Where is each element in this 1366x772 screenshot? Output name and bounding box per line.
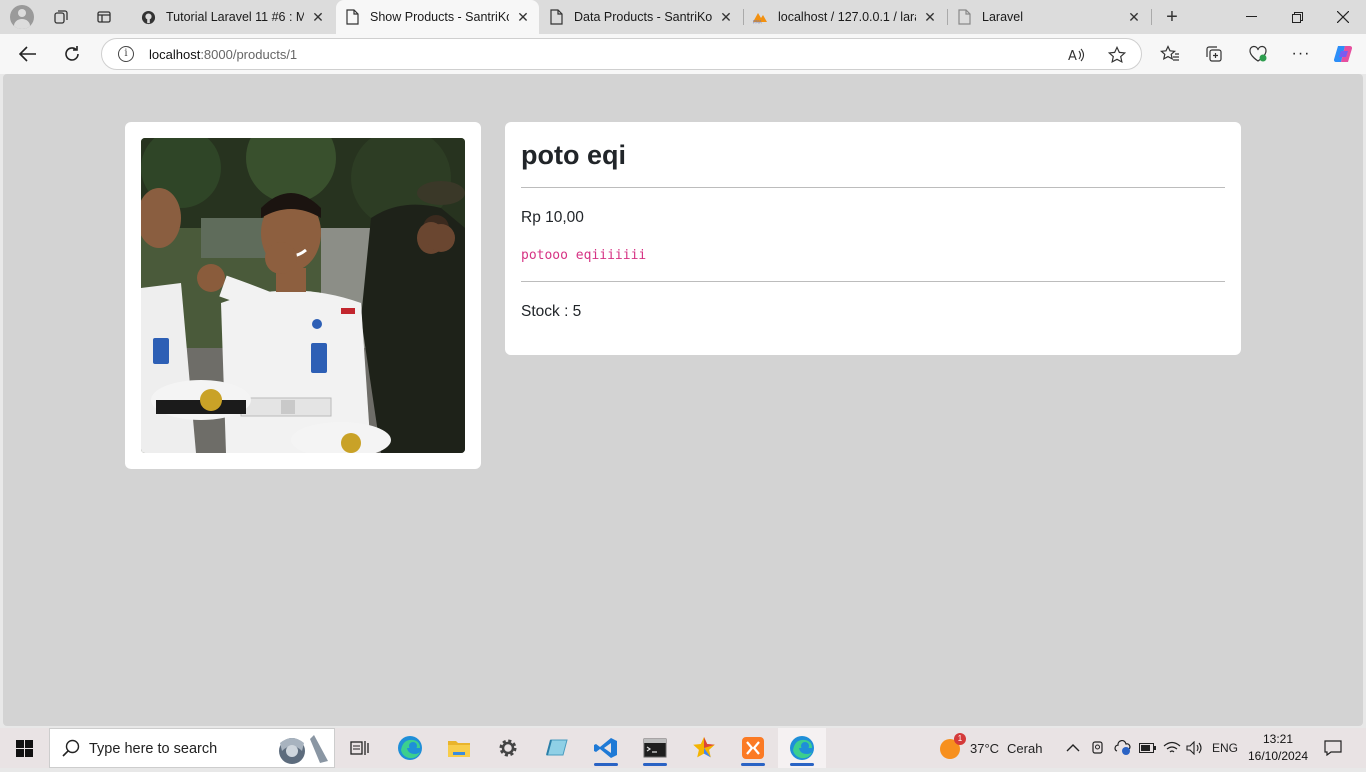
product-image-card (125, 122, 481, 469)
more-options-icon[interactable]: ··· (1286, 40, 1316, 68)
tab-label: Show Products - SantriKodi (370, 10, 509, 24)
url-path: :8000/products/1 (200, 47, 298, 62)
product-description: potooo eqiiiiiii (521, 248, 647, 263)
close-icon[interactable]: ✕ (515, 9, 531, 26)
close-icon[interactable]: ✕ (310, 9, 326, 26)
search-placeholder: Type here to search (89, 741, 218, 757)
url-host: localhost (149, 47, 201, 62)
refresh-icon[interactable] (57, 40, 87, 68)
windows-start-icon[interactable] (0, 728, 48, 768)
svg-text:A: A (1068, 49, 1077, 63)
page-icon (344, 9, 360, 25)
favorite-star-icon[interactable] (1107, 45, 1127, 65)
notifications-icon[interactable] (1324, 728, 1342, 768)
clock-time: 13:21 (1262, 732, 1294, 746)
tab-label: Tutorial Laravel 11 #6 : Men (166, 10, 304, 24)
tab-strip: Tutorial Laravel 11 #6 : Men ✕ Show Prod… (0, 0, 1366, 34)
page-icon (956, 9, 972, 25)
weather-desc: Cerah (1007, 740, 1043, 756)
profile-avatar-icon[interactable] (10, 5, 34, 29)
tab-tutorial-laravel[interactable]: Tutorial Laravel 11 #6 : Men ✕ (132, 0, 334, 34)
settings-gear-icon[interactable] (484, 728, 532, 768)
app-cube-icon[interactable] (533, 728, 581, 768)
system-clock[interactable]: 13:21 16/10/2024 (1242, 731, 1314, 765)
read-aloud-icon[interactable]: A (1066, 45, 1086, 65)
back-icon[interactable] (13, 40, 43, 68)
svg-text:PMA: PMA (753, 20, 762, 25)
tab-laravel[interactable]: Laravel ✕ (948, 0, 1150, 34)
tab-actions-icon[interactable] (92, 5, 116, 29)
meet-icon[interactable] (1091, 728, 1105, 768)
copilot-icon[interactable] (1328, 40, 1358, 68)
close-icon[interactable]: ✕ (1126, 9, 1142, 26)
battery-icon[interactable] (1139, 728, 1157, 768)
taskbar-search-box[interactable]: Type here to search (49, 728, 335, 768)
task-view-icon[interactable] (336, 728, 384, 768)
github-icon (140, 9, 156, 25)
tab-label: localhost / 127.0.0.1 / larav (778, 10, 916, 24)
divider (521, 187, 1225, 188)
xampp-icon[interactable] (729, 728, 777, 768)
onedrive-icon[interactable] (1114, 728, 1132, 768)
terminal-icon[interactable] (631, 728, 679, 768)
page-viewport: poto eqi Rp 10,00 potooo eqiiiiiii Stock… (3, 74, 1363, 726)
tab-label: Data Products - SantriKodi (574, 10, 712, 24)
phpmyadmin-icon: PMA (752, 9, 768, 25)
close-icon[interactable]: ✕ (718, 9, 734, 26)
close-window-icon[interactable] (1320, 0, 1366, 34)
collections-icon[interactable] (1199, 40, 1229, 68)
clock-date: 16/10/2024 (1247, 749, 1309, 763)
windows-taskbar: Type here to search 1 37°C Cerah ENG 13:… (0, 728, 1366, 768)
close-icon[interactable]: ✕ (922, 9, 938, 26)
address-bar[interactable]: i localhost:8000/products/1 A (101, 38, 1142, 70)
browser-essentials-icon[interactable] (1243, 40, 1273, 68)
search-highlight-icon (266, 731, 332, 772)
restore-icon[interactable] (1274, 0, 1320, 34)
favorites-icon[interactable] (1155, 40, 1185, 68)
product-image (141, 138, 465, 453)
new-tab-icon[interactable]: + (1160, 5, 1184, 29)
show-hidden-icons-chevron-icon[interactable] (1066, 728, 1080, 768)
weather-widget[interactable]: 1 37°C Cerah (938, 728, 1042, 768)
input-language[interactable]: ENG (1212, 728, 1238, 768)
file-explorer-icon[interactable] (435, 728, 483, 768)
edge-active-icon[interactable] (778, 728, 826, 768)
page-icon (548, 9, 564, 25)
volume-icon[interactable] (1186, 728, 1204, 768)
site-info-icon[interactable]: i (118, 46, 134, 62)
product-price: Rp 10,00 (521, 209, 584, 226)
browser-toolbar: i localhost:8000/products/1 A ··· (0, 34, 1366, 74)
search-icon (62, 739, 80, 762)
divider (521, 281, 1225, 282)
wifi-icon[interactable] (1163, 728, 1181, 768)
product-title: poto eqi (521, 140, 626, 170)
tab-phpmyadmin[interactable]: PMA localhost / 127.0.0.1 / larav ✕ (744, 0, 946, 34)
tab-data-products[interactable]: Data Products - SantriKodi ✕ (540, 0, 742, 34)
vscode-icon[interactable] (582, 728, 630, 768)
edge-taskbar-icon[interactable] (386, 728, 434, 768)
tab-show-products[interactable]: Show Products - SantriKodi ✕ (336, 0, 539, 34)
product-stock: Stock : 5 (521, 303, 582, 320)
weather-badge: 1 (954, 733, 966, 745)
url-text[interactable]: localhost:8000/products/1 (149, 47, 297, 62)
product-detail-card: poto eqi Rp 10,00 potooo eqiiiiiii Stock… (505, 122, 1241, 355)
workspaces-icon[interactable] (49, 5, 73, 29)
weather-temp: 37°C (970, 740, 1000, 756)
minimize-icon[interactable] (1228, 0, 1274, 34)
tab-label: Laravel (982, 10, 1023, 24)
star-app-icon[interactable] (680, 728, 728, 768)
weather-sun-icon: 1 (938, 733, 966, 760)
